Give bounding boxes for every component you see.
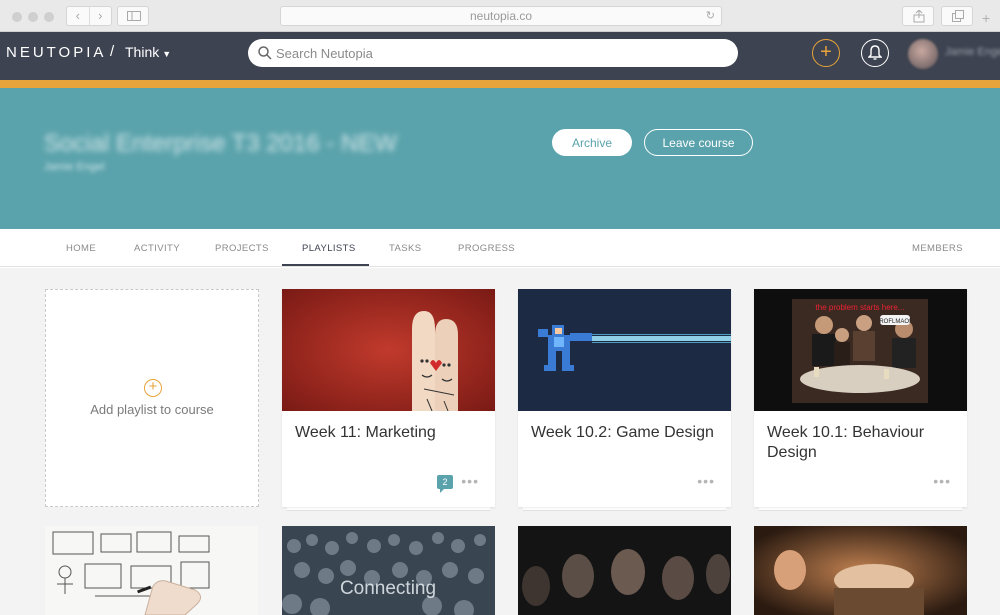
megaman-image	[518, 289, 731, 411]
card-stack-shadow	[287, 507, 490, 511]
breadcrumb-separator: /	[110, 43, 115, 60]
course-banner	[0, 88, 1000, 229]
tab-tasks[interactable]: TASKS	[389, 243, 421, 254]
caret-down-icon: ▼	[162, 49, 172, 59]
create-button[interactable]: +	[812, 39, 840, 67]
user-name[interactable]: Jamie Engel	[945, 46, 1000, 58]
back-arrow-icon[interactable]: ‹	[67, 7, 90, 25]
search-bar[interactable]	[248, 39, 738, 67]
add-playlist-label: Add playlist to course	[90, 402, 214, 417]
sidebar-toggle-button[interactable]	[117, 6, 149, 26]
playlist-thumbnail: ROFLMAO! the problem starts here...	[754, 289, 967, 411]
vintage-film-image	[754, 526, 967, 615]
playlist-title: Week 11: Marketing	[295, 424, 436, 441]
brand-logo[interactable]: NEUTOPIA	[6, 44, 106, 61]
fingers-heart-image	[282, 289, 495, 411]
crowd-image: Connecting	[282, 526, 495, 615]
card-stack-shadow	[759, 507, 962, 511]
more-options-icon[interactable]: •••	[933, 473, 951, 489]
image-overlay-text: Connecting	[340, 578, 436, 599]
maximize-window-button[interactable]	[44, 12, 54, 22]
comment-count-badge[interactable]: 2	[437, 475, 453, 493]
active-tab-indicator	[282, 264, 369, 266]
workspace-switcher[interactable]: Think ▼	[125, 44, 171, 60]
playlist-card[interactable]: Connecting	[282, 526, 495, 615]
tab-progress[interactable]: PROGRESS	[458, 243, 515, 254]
share-button[interactable]	[902, 6, 934, 26]
dinner-party-image: ROFLMAO! the problem starts here...	[754, 289, 967, 411]
cinema-audience-image	[518, 526, 731, 615]
playlist-card[interactable]: Week 11: Marketing 2 •••	[282, 289, 495, 507]
tab-playlists[interactable]: PLAYLISTS	[302, 243, 356, 254]
image-caption: the problem starts here...	[816, 303, 905, 312]
workspace-name: Think	[125, 44, 160, 60]
address-bar[interactable]: neutopia.co ↻	[280, 6, 722, 26]
close-window-button[interactable]	[12, 12, 22, 22]
search-input[interactable]	[276, 45, 716, 61]
search-icon	[258, 46, 272, 60]
tab-home[interactable]: HOME	[66, 243, 96, 254]
avatar[interactable]	[908, 39, 938, 69]
playlist-card[interactable]	[45, 526, 258, 615]
browser-chrome: ‹ › neutopia.co ↻ +	[0, 0, 1000, 32]
reload-icon[interactable]: ↻	[706, 7, 715, 25]
playlist-thumbnail	[282, 289, 495, 411]
playlist-title: Week 10.2: Game Design	[531, 424, 714, 441]
card-stack-shadow	[523, 507, 726, 511]
tab-activity[interactable]: ACTIVITY	[134, 243, 180, 254]
tab-members[interactable]: MEMBERS	[912, 243, 963, 254]
url-text: neutopia.co	[469, 9, 533, 23]
add-circle-icon: +	[144, 379, 162, 397]
tab-projects[interactable]: PROJECTS	[215, 243, 269, 254]
speech-bubble-text: ROFLMAO!	[879, 319, 911, 325]
course-title: Social Enterprise T3 2016 - NEW	[44, 130, 398, 157]
history-nav: ‹ ›	[66, 6, 112, 26]
add-playlist-card[interactable]: + Add playlist to course	[45, 289, 259, 507]
minimize-window-button[interactable]	[28, 12, 38, 22]
course-instructor: Jamie Engel	[44, 161, 105, 173]
playlist-card[interactable]: ROFLMAO! the problem starts here... Week…	[754, 289, 967, 507]
share-icon	[913, 10, 925, 23]
more-options-icon[interactable]: •••	[461, 473, 479, 489]
playlist-card[interactable]	[518, 526, 731, 615]
forward-arrow-icon[interactable]: ›	[90, 7, 112, 25]
new-tab-icon[interactable]: +	[982, 10, 990, 26]
playlist-card[interactable]	[754, 526, 967, 615]
archive-button[interactable]: Archive	[552, 129, 632, 156]
notifications-button[interactable]	[861, 39, 889, 67]
tabs-icon	[952, 10, 964, 22]
playlist-title: Week 10.1: Behaviour Design	[767, 424, 925, 461]
more-options-icon[interactable]: •••	[697, 473, 715, 489]
playlist-card[interactable]: Week 10.2: Game Design •••	[518, 289, 731, 507]
show-tabs-button[interactable]	[941, 6, 973, 26]
playlist-thumbnail	[518, 289, 731, 411]
accent-strip	[0, 80, 1000, 88]
leave-course-button[interactable]: Leave course	[644, 129, 753, 156]
whiteboard-sketch-image	[45, 526, 258, 615]
bell-icon	[868, 45, 882, 60]
sidebar-icon	[127, 11, 141, 21]
